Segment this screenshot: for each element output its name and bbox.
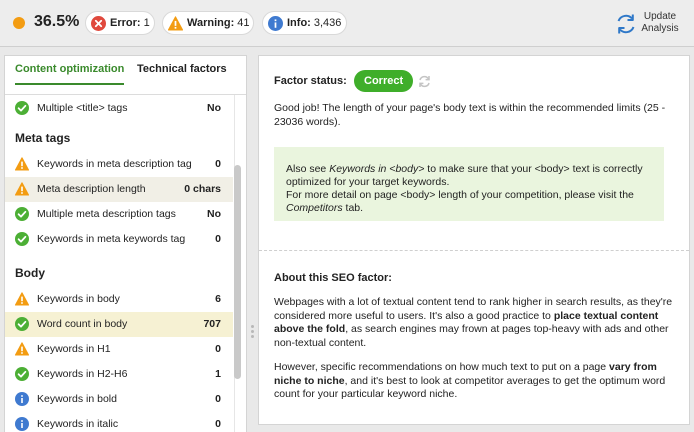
factor-value: 6: [215, 293, 221, 305]
factor-value: 707: [203, 318, 221, 330]
factor-value: No: [207, 208, 221, 220]
factor-label: Keywords in body: [37, 293, 120, 305]
check-icon: [15, 207, 29, 221]
check-icon: [15, 232, 29, 246]
error-count: 1: [143, 17, 150, 29]
warning-icon: [15, 342, 29, 356]
about-paragraph-2: However, specific recommendations on how…: [274, 361, 674, 402]
factor-label: Keywords in H1: [37, 343, 111, 355]
check-icon: [15, 317, 29, 331]
check-icon: [15, 367, 29, 381]
factor-value: 1: [215, 368, 221, 380]
section-divider: [259, 250, 689, 251]
factor-row[interactable]: Keywords in H2-H6 1: [5, 362, 233, 387]
info-count: 3,436: [313, 17, 342, 29]
factor-value: 0: [215, 343, 221, 355]
info-icon: [15, 392, 29, 406]
warning-icon: [15, 182, 29, 196]
tab-content-optimization[interactable]: Content optimization: [15, 63, 125, 85]
optimization-score: 36.5%: [34, 13, 80, 30]
group-heading-body: Body: [15, 266, 45, 280]
factor-row[interactable]: Keywords in body 6: [5, 287, 233, 312]
warning-icon: [15, 292, 29, 306]
factor-row[interactable]: Multiple meta description tags No: [5, 202, 233, 227]
group-heading-meta-tags: Meta tags: [15, 131, 71, 145]
error-icon: [91, 15, 106, 31]
hint-text: tab.: [342, 202, 364, 214]
factor-row-selected[interactable]: Meta description length 0 chars: [5, 177, 233, 202]
warning-count: 41: [237, 17, 250, 29]
factor-label: Keywords in H2-H6: [37, 368, 128, 380]
update-analysis-label: Update Analysis: [641, 11, 679, 34]
tab-technical-factors[interactable]: Technical factors: [137, 63, 227, 83]
factor-status-label: Factor status:: [274, 75, 347, 87]
status-badge: Correct: [354, 70, 414, 92]
scrollbar-thumb[interactable]: [234, 165, 241, 379]
factor-label: Keywords in meta keywords tag: [37, 233, 186, 245]
top-bar: 36.5% Error: 1 Warning: 41 Info: 3,436 U…: [0, 0, 694, 47]
recheck-icon[interactable]: [418, 75, 431, 88]
factor-row[interactable]: Keywords in bold 0: [5, 387, 233, 412]
factor-value: No: [207, 102, 221, 114]
warning-icon: [168, 15, 183, 30]
factor-label: Keywords in italic: [37, 418, 119, 430]
factor-label: Multiple meta description tags: [37, 208, 176, 220]
factor-row[interactable]: Multiple <title> tags No: [5, 96, 233, 121]
update-analysis-button[interactable]: Update Analysis: [612, 10, 690, 38]
factor-label: Keywords in bold: [37, 393, 117, 405]
factor-row[interactable]: Keywords in meta keywords tag 0: [5, 227, 233, 252]
about-paragraph-1: Webpages with a lot of textual content t…: [274, 296, 674, 350]
factor-list: Multiple <title> tags No Meta tags Keywo…: [5, 95, 233, 432]
factor-label: Keywords in meta description tag: [37, 158, 192, 170]
factor-value: 0: [215, 158, 221, 170]
score-indicator-dot: [13, 17, 25, 29]
factor-value: 0 chars: [184, 183, 221, 195]
hint-text: Also see: [286, 163, 330, 175]
factor-row[interactable]: Keywords in H1 0: [5, 337, 233, 362]
factor-label: Multiple <title> tags: [37, 102, 128, 114]
factor-value: 0: [215, 233, 221, 245]
factor-row[interactable]: Keywords in italic 0: [5, 412, 233, 432]
factor-value: 0: [215, 418, 221, 430]
panel-resize-handle[interactable]: [251, 325, 254, 341]
factor-row[interactable]: Keywords in meta description tag 0: [5, 152, 233, 177]
factor-tabs: Content optimization Technical factors: [5, 56, 246, 95]
paragraph-text: However, specific recommendations on how…: [274, 361, 610, 373]
factor-detail-panel: Factor status: Correct Good job! The len…: [258, 55, 690, 425]
info-count-button[interactable]: Info: 3,436: [262, 11, 347, 35]
warning-count-button[interactable]: Warning: 41: [162, 11, 254, 35]
info-label: Info:: [287, 17, 311, 29]
factor-label: Meta description length: [37, 183, 146, 195]
about-heading: About this SEO factor:: [274, 272, 392, 284]
hint-link-competitors: Competitors: [286, 202, 343, 214]
refresh-icon: [617, 14, 635, 34]
info-icon: [268, 15, 283, 31]
warning-label: Warning:: [187, 17, 235, 29]
warning-icon: [15, 157, 29, 171]
hint-link-keywords-in-body: Keywords in <body>: [329, 163, 425, 175]
check-icon: [15, 101, 29, 115]
error-label: Error:: [110, 17, 141, 29]
info-icon: [15, 417, 29, 431]
hint-box: Also see Keywords in <body> to make sure…: [274, 147, 664, 221]
factor-row-active[interactable]: Word count in body 707: [5, 312, 233, 337]
hint-text: For more detail on page <body> length of…: [286, 189, 634, 201]
factor-value: 0: [215, 393, 221, 405]
status-message: Good job! The length of your page's body…: [274, 102, 666, 128]
error-count-button[interactable]: Error: 1: [85, 11, 155, 35]
factors-panel: Content optimization Technical factors M…: [4, 55, 247, 432]
factor-label: Word count in body: [37, 318, 128, 330]
